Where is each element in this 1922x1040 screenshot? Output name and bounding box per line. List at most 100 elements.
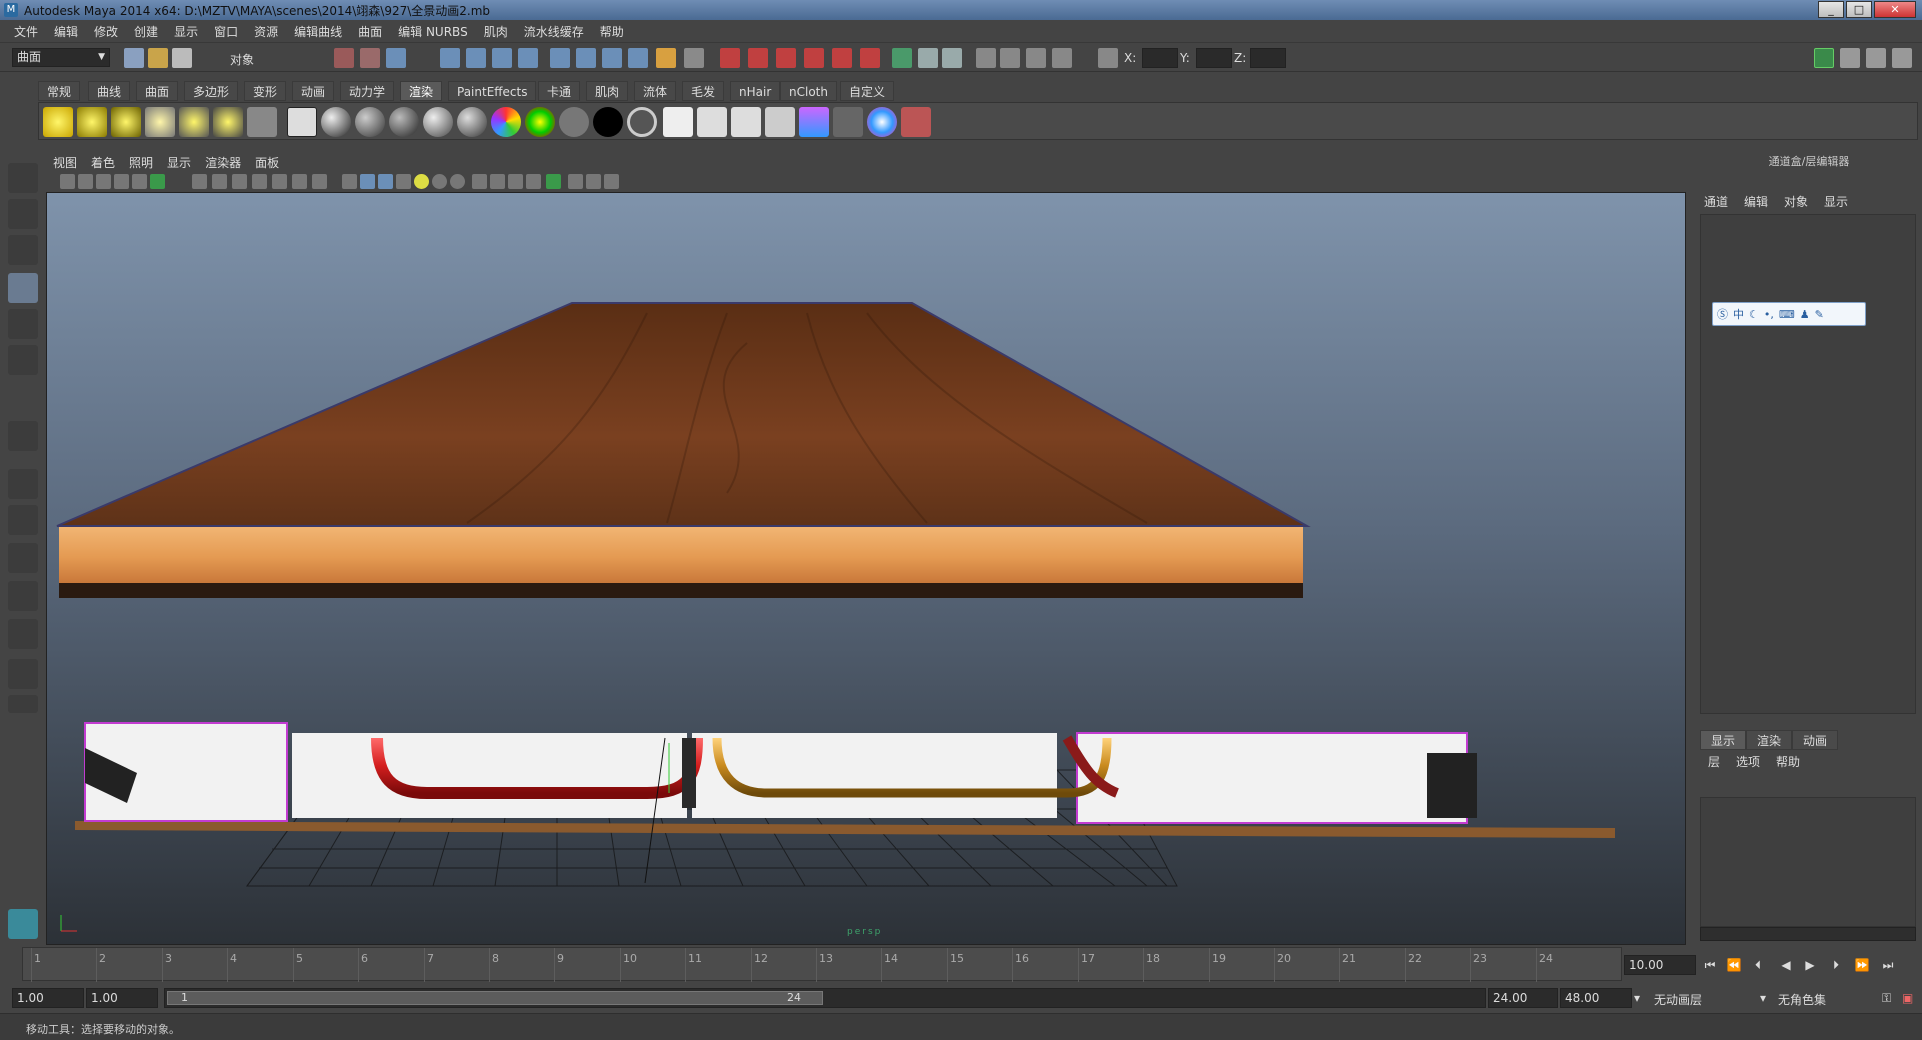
ime-wrench-icon[interactable]: ✎ — [1815, 308, 1824, 321]
select-object-icon[interactable] — [360, 48, 380, 68]
shelf-tab-dynamics[interactable]: 动力学 — [340, 81, 395, 101]
isolate-view-icon[interactable] — [546, 174, 561, 189]
shadows-icon[interactable] — [292, 174, 307, 189]
surface-shader-icon[interactable] — [559, 107, 589, 137]
shelf-tab-animation[interactable]: 动画 — [292, 81, 335, 101]
resolution-gate-icon[interactable] — [150, 174, 165, 189]
viewport-menu-panels[interactable]: 面板 — [248, 154, 286, 171]
x-field[interactable] — [1142, 48, 1178, 68]
shelf-tab-painteffects[interactable]: PaintEffects — [448, 81, 537, 101]
select-component-icon[interactable] — [386, 48, 406, 68]
paint-effects-icon[interactable] — [867, 107, 897, 137]
smooth-shade-icon[interactable] — [212, 174, 227, 189]
lock-icon[interactable] — [656, 48, 676, 68]
snap-plane-icon[interactable] — [518, 48, 538, 68]
depth-of-field-icon[interactable] — [526, 174, 541, 189]
shelf-tab-ncloth[interactable]: nCloth — [780, 81, 837, 101]
menu-edit-nurbs[interactable]: 编辑 NURBS — [390, 23, 476, 40]
antialias-icon[interactable] — [508, 174, 523, 189]
close-button[interactable]: ✕ — [1874, 1, 1916, 18]
step-forward-icon[interactable]: ⏩ — [1852, 957, 1872, 973]
layer-list[interactable] — [1700, 797, 1916, 927]
menu-file[interactable]: 文件 — [6, 23, 46, 40]
xray-icon[interactable] — [360, 174, 375, 189]
viewport-menu-view[interactable]: 视图 — [46, 154, 84, 171]
layer-menu-layers[interactable]: 层 — [1700, 752, 1728, 772]
menu-window[interactable]: 窗口 — [206, 23, 246, 40]
isolate-select-icon[interactable] — [342, 174, 357, 189]
save-scene-icon[interactable] — [172, 48, 192, 68]
point-light-icon[interactable] — [111, 107, 141, 137]
layout-timeline-icon[interactable] — [8, 659, 38, 689]
channel-box-icon[interactable] — [1052, 48, 1072, 68]
time-ticks[interactable]: 1 2 3 4 5 6 7 8 9 10 11 12 13 14 15 16 17 18 19 20 21 22 23 24 — [22, 947, 1622, 982]
ime-keyboard-icon[interactable]: ⌨ — [1779, 308, 1795, 321]
volume-light-icon[interactable] — [213, 107, 243, 137]
layer-tab-display[interactable]: 显示 — [1700, 730, 1747, 750]
layout-four-icon[interactable] — [8, 505, 38, 535]
layout-hypershade-icon[interactable] — [8, 619, 38, 649]
ime-toolbar[interactable]: Ⓢ 中 ☾ •, ⌨ ♟ ✎ — [1712, 302, 1866, 326]
render-view-shelf-icon[interactable] — [287, 107, 317, 137]
hypershade-shelf-icon[interactable] — [799, 107, 829, 137]
shelf-tab-muscle[interactable]: 肌肉 — [586, 81, 629, 101]
maximize-button[interactable]: □ — [1846, 1, 1872, 18]
step-forward-key-icon[interactable]: ⏵ — [1826, 957, 1846, 973]
play-forwards-icon[interactable]: ▶ — [1800, 957, 1820, 973]
shelf-tab-toon[interactable]: 卡通 — [538, 81, 581, 101]
shelf-tab-fur[interactable]: 毛发 — [682, 81, 725, 101]
paint-select-tool-icon[interactable] — [8, 235, 38, 265]
shelf-tab-deformation[interactable]: 变形 — [244, 81, 287, 101]
range-handle[interactable] — [167, 991, 823, 1005]
time-slider[interactable]: 1 2 3 4 5 6 7 8 9 10 11 12 13 14 15 16 17 18 19 20 21 22 23 24 … — [0, 947, 1922, 983]
ambient-occlusion-icon[interactable] — [472, 174, 487, 189]
step-back-icon[interactable]: ⏪ — [1724, 957, 1744, 973]
menu-set-selector[interactable]: 曲面 ▼ — [12, 48, 110, 67]
paint-brush-icon[interactable] — [901, 107, 931, 137]
char-set-dropdown[interactable]: 无角色集 — [1778, 991, 1826, 1008]
go-to-end-icon[interactable]: ⏭ — [1878, 957, 1898, 973]
hypershade-icon[interactable] — [804, 48, 824, 68]
anim-layer-dropdown[interactable]: 无动画层 — [1654, 991, 1702, 1008]
modeling-toolkit-icon[interactable] — [1814, 48, 1834, 68]
textured-icon[interactable] — [252, 174, 267, 189]
render-settings-icon[interactable] — [776, 48, 796, 68]
ramp-shader-icon[interactable] — [491, 107, 521, 137]
texture-editor-icon[interactable] — [833, 107, 863, 137]
menu-create[interactable]: 创建 — [126, 23, 166, 40]
animation-start-field[interactable]: 1.00 — [12, 988, 84, 1008]
menu-edit-curves[interactable]: 编辑曲线 — [286, 23, 350, 40]
menu-display[interactable]: 显示 — [166, 23, 206, 40]
menu-assets[interactable]: 资源 — [246, 23, 286, 40]
ipr-render-icon[interactable] — [748, 48, 768, 68]
new-scene-icon[interactable] — [124, 48, 144, 68]
phonge-material-icon[interactable] — [423, 107, 453, 137]
ime-punct-icon[interactable]: •, — [1764, 308, 1774, 321]
layout-more-icon[interactable] — [8, 695, 38, 713]
anisotropic-material-icon[interactable] — [457, 107, 487, 137]
shelf-tab-general[interactable]: 常规 — [38, 81, 81, 101]
char-set-chevron-icon[interactable]: ▾ — [1760, 991, 1766, 1005]
viewport-menu-shading[interactable]: 着色 — [84, 154, 122, 171]
select-object-view-icon[interactable] — [568, 174, 583, 189]
channel-menu-show[interactable]: 显示 — [1816, 192, 1856, 212]
lasso-tool-icon[interactable] — [8, 199, 38, 229]
layer-tab-animation[interactable]: 动画 — [1792, 730, 1839, 750]
clapper-ipr-icon[interactable] — [697, 107, 727, 137]
input-output-icon[interactable] — [684, 48, 704, 68]
channel-box-toggle-icon[interactable] — [1840, 48, 1860, 68]
area-light-icon[interactable] — [179, 107, 209, 137]
outliner-icon[interactable] — [1000, 48, 1020, 68]
lights-icon[interactable] — [272, 174, 287, 189]
channel-menu-object[interactable]: 对象 — [1776, 192, 1816, 212]
snap-point-icon[interactable] — [492, 48, 512, 68]
go-to-start-icon[interactable]: ⏮ — [1700, 957, 1720, 973]
shelf-tab-surfaces[interactable]: 曲面 — [136, 81, 179, 101]
current-time-field[interactable]: 10.00 — [1624, 955, 1696, 975]
preferences-icon[interactable]: ▣ — [1902, 991, 1913, 1005]
text-icon[interactable] — [312, 174, 327, 189]
menu-surfaces[interactable]: 曲面 — [350, 23, 390, 40]
move-tool-icon[interactable] — [8, 273, 38, 303]
layer-menu-help[interactable]: 帮助 — [1768, 752, 1808, 772]
spot-light-icon[interactable] — [145, 107, 175, 137]
